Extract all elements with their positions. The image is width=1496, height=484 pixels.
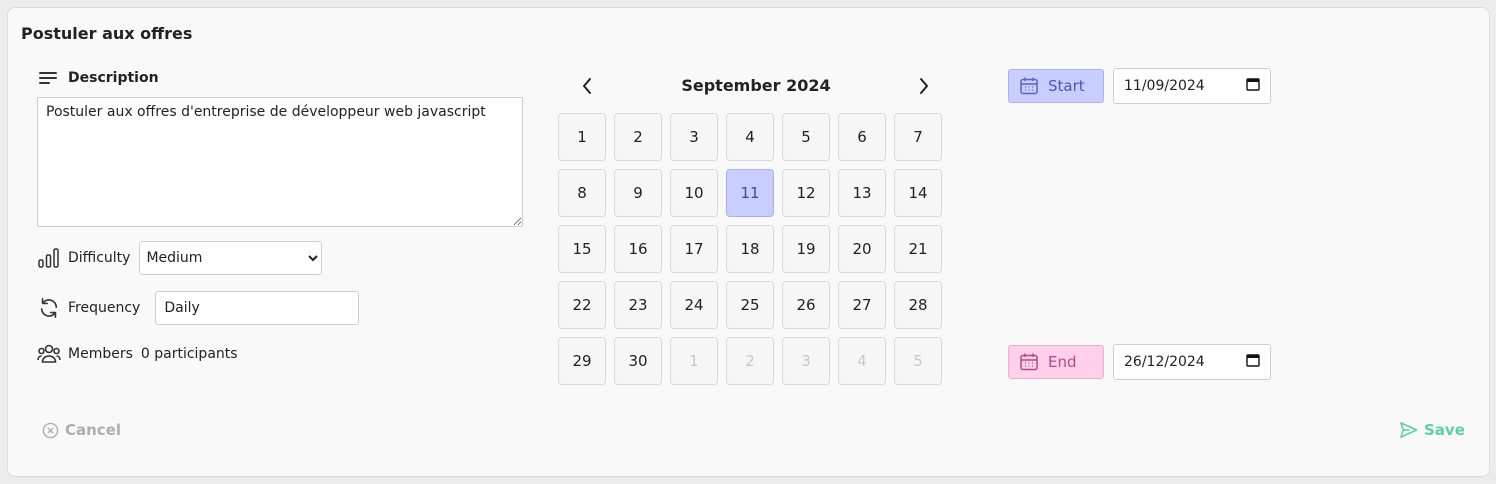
calendar-icon bbox=[1019, 352, 1039, 372]
calendar-day[interactable]: 12 bbox=[782, 169, 830, 217]
calendar-day[interactable]: 6 bbox=[838, 113, 886, 161]
description-label: Description bbox=[68, 70, 159, 86]
cancel-label: Cancel bbox=[65, 421, 122, 439]
end-label: End bbox=[1048, 353, 1077, 371]
end-date-input[interactable]: 26/12/2024 bbox=[1113, 344, 1271, 380]
x-circle-icon bbox=[42, 422, 59, 439]
calendar-day[interactable]: 21 bbox=[894, 225, 942, 273]
calendar-day[interactable]: 15 bbox=[558, 225, 606, 273]
task-editor-card: Postuler aux offres Description Postuler… bbox=[7, 7, 1490, 477]
members-row: Members 0 participants bbox=[37, 342, 238, 366]
lines-icon bbox=[39, 71, 57, 85]
end-tag: End bbox=[1008, 345, 1104, 379]
save-label: Save bbox=[1424, 421, 1465, 439]
users-icon bbox=[37, 342, 61, 366]
calendar-day-next-month: 5 bbox=[894, 337, 942, 385]
frequency-input[interactable] bbox=[155, 291, 360, 325]
calendar-day[interactable]: 23 bbox=[614, 281, 662, 329]
start-label: Start bbox=[1048, 77, 1085, 95]
difficulty-label: Difficulty bbox=[68, 250, 131, 266]
calendar-day[interactable]: 1 bbox=[558, 113, 606, 161]
calendar-day[interactable]: 20 bbox=[838, 225, 886, 273]
calendar-day[interactable]: 18 bbox=[726, 225, 774, 273]
end-date-value: 26/12/2024 bbox=[1124, 354, 1205, 370]
calendar-day[interactable]: 26 bbox=[782, 281, 830, 329]
calendar-day-next-month: 1 bbox=[670, 337, 718, 385]
calendar-day[interactable]: 9 bbox=[614, 169, 662, 217]
start-tag: Start bbox=[1008, 69, 1104, 103]
calendar-month: September 2024 bbox=[681, 76, 831, 95]
bar-chart-icon bbox=[37, 246, 61, 270]
calendar-day[interactable]: 30 bbox=[614, 337, 662, 385]
calendar-day[interactable]: 5 bbox=[782, 113, 830, 161]
calendar-day-selected[interactable]: 11 bbox=[726, 169, 774, 217]
save-button[interactable]: Save bbox=[1399, 421, 1465, 439]
calendar-day[interactable]: 10 bbox=[670, 169, 718, 217]
calendar-day[interactable]: 22 bbox=[558, 281, 606, 329]
calendar-day[interactable]: 27 bbox=[838, 281, 886, 329]
members-value: 0 participants bbox=[140, 346, 238, 362]
chevron-left-icon[interactable] bbox=[573, 72, 601, 100]
calendar-day[interactable]: 7 bbox=[894, 113, 942, 161]
calendar-day[interactable]: 25 bbox=[726, 281, 774, 329]
page-title: Postuler aux offres bbox=[21, 24, 193, 43]
calendar-day[interactable]: 3 bbox=[670, 113, 718, 161]
description-header: Description bbox=[39, 70, 159, 86]
calendar-header: September 2024 bbox=[564, 72, 948, 100]
calendar-day[interactable]: 24 bbox=[670, 281, 718, 329]
calendar-day[interactable]: 14 bbox=[894, 169, 942, 217]
calendar-day[interactable]: 29 bbox=[558, 337, 606, 385]
calendar-picker-icon[interactable] bbox=[1246, 77, 1260, 95]
frequency-label: Frequency bbox=[68, 300, 141, 316]
start-date-input[interactable]: 11/09/2024 bbox=[1113, 68, 1271, 104]
cancel-button[interactable]: Cancel bbox=[42, 421, 121, 439]
difficulty-select[interactable]: Medium bbox=[139, 241, 323, 275]
frequency-row: Frequency bbox=[37, 291, 360, 325]
calendar-day[interactable]: 8 bbox=[558, 169, 606, 217]
calendar-day[interactable]: 28 bbox=[894, 281, 942, 329]
send-icon bbox=[1399, 421, 1418, 439]
difficulty-row: Difficulty Medium bbox=[37, 241, 323, 275]
calendar-picker-icon[interactable] bbox=[1246, 353, 1260, 371]
refresh-icon bbox=[37, 296, 61, 320]
chevron-right-icon[interactable] bbox=[910, 72, 938, 100]
calendar-day-next-month: 3 bbox=[782, 337, 830, 385]
calendar-day-next-month: 4 bbox=[838, 337, 886, 385]
calendar-grid: 1 2 3 4 5 6 7 8 9 10 11 12 13 14 15 16 17 18 19 20 21 22 23 24 2… bbox=[558, 113, 942, 385]
calendar-day[interactable]: 13 bbox=[838, 169, 886, 217]
description-textarea[interactable]: Postuler aux offres d'entreprise de déve… bbox=[37, 97, 523, 227]
start-date-value: 11/09/2024 bbox=[1124, 78, 1205, 94]
calendar-day[interactable]: 16 bbox=[614, 225, 662, 273]
calendar-day[interactable]: 19 bbox=[782, 225, 830, 273]
calendar-icon bbox=[1019, 76, 1039, 96]
calendar-day-next-month: 2 bbox=[726, 337, 774, 385]
calendar-day[interactable]: 2 bbox=[614, 113, 662, 161]
members-label: Members bbox=[68, 346, 133, 362]
calendar-day[interactable]: 17 bbox=[670, 225, 718, 273]
calendar-day[interactable]: 4 bbox=[726, 113, 774, 161]
